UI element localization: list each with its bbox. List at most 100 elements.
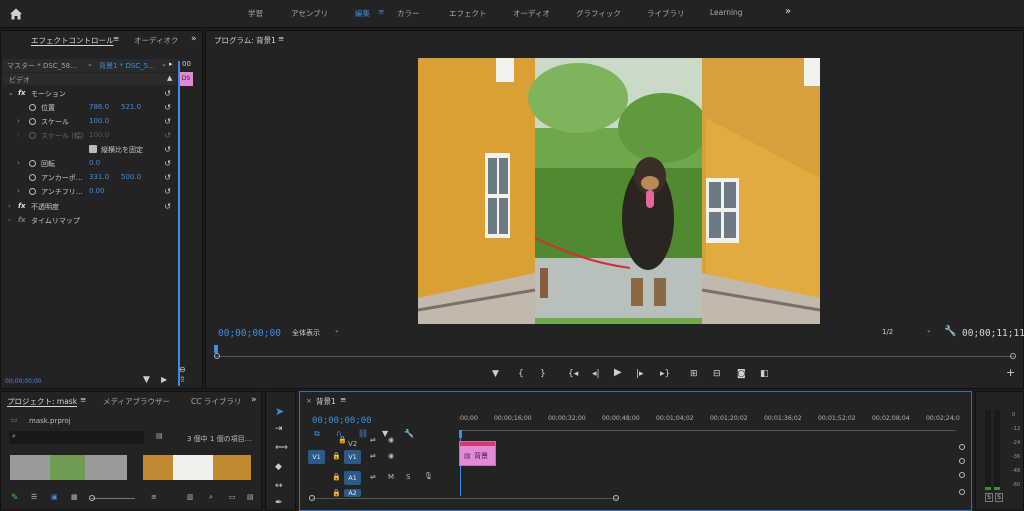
filter-icon[interactable]: ▼ xyxy=(143,375,150,385)
fx-badge-icon[interactable]: fx xyxy=(18,89,26,97)
new-item-icon[interactable]: ▤ xyxy=(247,493,254,501)
microphone-icon[interactable]: 🎙 xyxy=(424,472,433,480)
scroll-handle[interactable] xyxy=(959,458,965,464)
nest-toggle-icon[interactable]: ⧉ xyxy=(314,429,320,439)
timeline-clip[interactable]: ▤ 背景 xyxy=(459,441,496,466)
add-marker-icon[interactable]: ▼ xyxy=(492,369,499,379)
solo-button[interactable]: S xyxy=(406,473,410,481)
play-audio-icon[interactable]: ▶ xyxy=(161,375,167,384)
eye-icon[interactable]: ◉ xyxy=(388,452,394,460)
workspace-color[interactable]: カラー xyxy=(397,8,420,19)
antiflicker-value[interactable]: 0.00 xyxy=(89,187,105,195)
icon-view-icon[interactable]: ▣ xyxy=(51,493,58,501)
reset-icon[interactable]: ↺ xyxy=(164,89,171,98)
workspace-graphics[interactable]: グラフィック xyxy=(576,8,621,19)
linked-selection-icon[interactable]: ⛓ xyxy=(358,429,368,438)
freeform-view-icon[interactable]: ▦ xyxy=(71,493,78,501)
thumbnail-dog-clip[interactable] xyxy=(10,455,127,480)
panel-menu-icon[interactable]: ≡ xyxy=(340,395,346,404)
tab-media-browser[interactable]: メディアブラウザー xyxy=(103,396,170,407)
panel-overflow-icon[interactable]: » xyxy=(251,395,257,405)
lock-icon[interactable]: 🔒 xyxy=(338,436,347,444)
mini-timeline-clip[interactable]: DS xyxy=(179,72,193,86)
selection-tool-icon[interactable]: ➤ xyxy=(275,405,284,418)
anchor-y-value[interactable]: 500.0 xyxy=(121,173,141,181)
uniform-scale-checkbox[interactable] xyxy=(89,145,97,153)
thumbnail-building-clip[interactable] xyxy=(143,455,251,480)
anchor-x-value[interactable]: 331.0 xyxy=(89,173,109,181)
stopwatch-icon[interactable] xyxy=(29,174,36,181)
chevron-right-icon[interactable]: › xyxy=(17,131,20,139)
find-icon[interactable]: ⌕ xyxy=(209,493,213,502)
step-forward-icon[interactable]: |▸ xyxy=(636,369,644,379)
track-a1-toggle[interactable]: A1 xyxy=(344,471,361,485)
new-bin-icon[interactable]: ▤ xyxy=(156,432,163,440)
tab-audio-clip-mixer[interactable]: オーディオク xyxy=(134,35,178,46)
pencil-icon[interactable]: ✎ xyxy=(11,493,19,503)
program-monitor-title[interactable]: プログラム: 背景1 xyxy=(214,35,276,46)
scrollbar-handle-left[interactable] xyxy=(309,495,315,501)
chevron-down-icon[interactable]: ⌄ xyxy=(161,60,167,68)
zoom-handle-icon[interactable]: ⊖ xyxy=(179,365,186,374)
panel-overflow-icon[interactable]: » xyxy=(191,34,197,44)
chevron-right-icon[interactable]: › xyxy=(17,187,20,195)
fit-dropdown[interactable]: 全体表示 xyxy=(292,328,320,338)
workspace-learning[interactable]: Learning xyxy=(710,8,743,17)
mark-out-icon[interactable]: } xyxy=(540,369,546,379)
tab-effect-controls[interactable]: エフェクトコントロール xyxy=(31,35,114,46)
program-video-frame[interactable] xyxy=(418,58,820,324)
timeline-ruler[interactable]: :00;00 00;00;16;00 00;00;32;00 00;00;48;… xyxy=(458,392,960,436)
play-icon[interactable]: ▶ xyxy=(614,368,622,378)
step-back-icon[interactable]: ◂| xyxy=(592,369,600,379)
chevron-down-icon[interactable]: ⌄ xyxy=(926,326,932,334)
new-bin-icon[interactable]: ▭ xyxy=(229,493,236,501)
fx-badge-icon[interactable]: fx xyxy=(18,202,26,210)
slip-tool-icon[interactable]: ↔ xyxy=(275,481,283,491)
stopwatch-icon[interactable] xyxy=(29,118,36,125)
zoom-slider[interactable] xyxy=(91,498,135,499)
scale-value[interactable]: 100.0 xyxy=(89,117,109,125)
solo-left-button[interactable]: S xyxy=(985,493,993,502)
track-select-tool-icon[interactable]: ⇥ xyxy=(275,424,283,434)
tab-sequence[interactable]: 背景1 xyxy=(316,396,336,407)
position-x-value[interactable]: 786.0 xyxy=(89,103,109,111)
sync-lock-icon[interactable]: ⇌ xyxy=(370,436,376,444)
program-playhead[interactable] xyxy=(214,345,218,353)
razor-tool-icon[interactable]: ◆ xyxy=(275,462,282,472)
rotation-value[interactable]: 0.0 xyxy=(89,159,100,167)
zoom-handle-right[interactable] xyxy=(1010,353,1016,359)
chevron-down-icon[interactable]: ⌄ xyxy=(8,89,14,97)
workspace-editing[interactable]: 編集 xyxy=(355,8,370,19)
lift-icon[interactable]: ⊞ xyxy=(690,369,698,379)
panel-menu-icon[interactable]: ≡ xyxy=(113,34,119,43)
reset-icon[interactable]: ↺ xyxy=(164,117,171,126)
workspace-audio[interactable]: オーディオ xyxy=(513,8,550,19)
zoom-slider-handle[interactable] xyxy=(89,495,95,501)
scroll-handle[interactable] xyxy=(959,472,965,478)
project-search-input[interactable]: ⌕ xyxy=(9,431,144,444)
reset-icon[interactable]: ↺ xyxy=(164,187,171,196)
mini-timeline-playhead[interactable] xyxy=(178,61,180,386)
resolution-dropdown[interactable]: 1/2 xyxy=(882,328,893,336)
workspace-effects[interactable]: エフェクト xyxy=(449,8,487,19)
comparison-view-icon[interactable]: ◧ xyxy=(760,369,769,379)
workspace-learn[interactable]: 学習 xyxy=(248,8,263,19)
wrench-icon[interactable]: 🔧 xyxy=(944,326,956,337)
add-button-icon[interactable]: + xyxy=(1006,367,1015,378)
sync-lock-icon[interactable]: ⇌ xyxy=(370,473,376,481)
program-current-timecode[interactable]: 00;00;00;00 xyxy=(218,328,281,339)
lock-icon[interactable]: 🔒 xyxy=(332,452,341,460)
hamburger-menu-icon[interactable]: ≡ xyxy=(378,7,384,16)
chevron-right-icon[interactable]: › xyxy=(17,117,20,125)
chevron-down-icon[interactable]: ⌄ xyxy=(334,326,340,334)
track-v1-toggle[interactable]: V1 xyxy=(344,450,361,464)
workspace-libraries[interactable]: ライブラリ xyxy=(647,8,685,19)
effect-controls-timecode[interactable]: 00;00;00;00 xyxy=(5,378,42,385)
scroll-up-icon[interactable]: ▲ xyxy=(167,74,172,82)
lock-icon[interactable]: 🔒 xyxy=(332,489,341,497)
camera-icon[interactable]: ◙ xyxy=(737,369,746,379)
stopwatch-icon[interactable] xyxy=(29,188,36,195)
export-frame-icon[interactable]: ⇪ xyxy=(179,375,186,384)
reset-icon[interactable]: ↺ xyxy=(164,159,171,168)
sort-icon[interactable]: ≡ xyxy=(151,493,157,501)
